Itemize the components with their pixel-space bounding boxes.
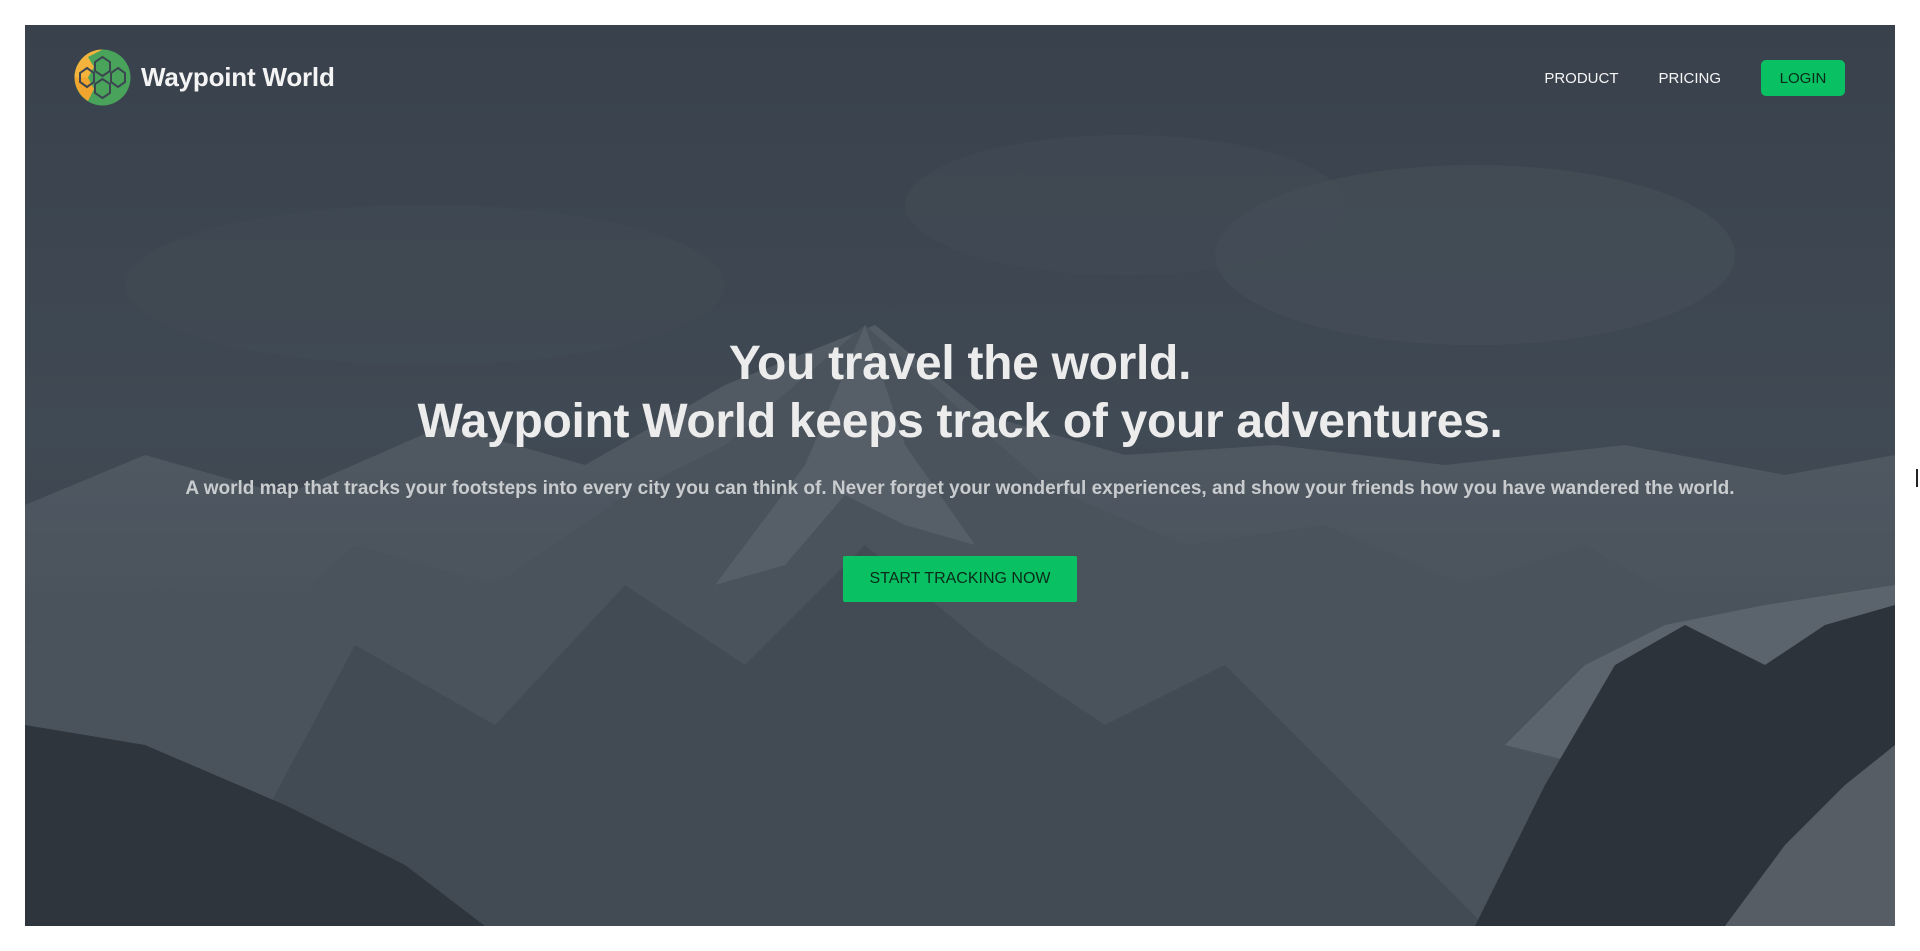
brand-name: Waypoint World bbox=[141, 62, 335, 92]
brand-logo-link[interactable]: Waypoint World bbox=[74, 49, 335, 106]
top-navigation: Waypoint World PRODUCT PRICING LOGIN bbox=[25, 25, 1895, 130]
hero-subtitle: A world map that tracks your footsteps i… bbox=[185, 478, 1735, 499]
hero-section: Waypoint World PRODUCT PRICING LOGIN You… bbox=[25, 25, 1895, 926]
text-cursor-icon bbox=[1916, 469, 1918, 487]
nav-link-pricing[interactable]: PRICING bbox=[1658, 70, 1721, 87]
nav-link-product[interactable]: PRODUCT bbox=[1544, 70, 1618, 87]
globe-honeycomb-icon bbox=[74, 49, 131, 106]
hero-overlay bbox=[25, 25, 1895, 926]
login-button[interactable]: LOGIN bbox=[1761, 60, 1845, 96]
headline-line-1: You travel the world. bbox=[728, 337, 1192, 390]
headline-line-2: Waypoint World keeps track of your adven… bbox=[417, 395, 1503, 448]
start-tracking-button[interactable]: START TRACKING NOW bbox=[843, 556, 1077, 602]
nav-links: PRODUCT PRICING LOGIN bbox=[1544, 60, 1845, 96]
